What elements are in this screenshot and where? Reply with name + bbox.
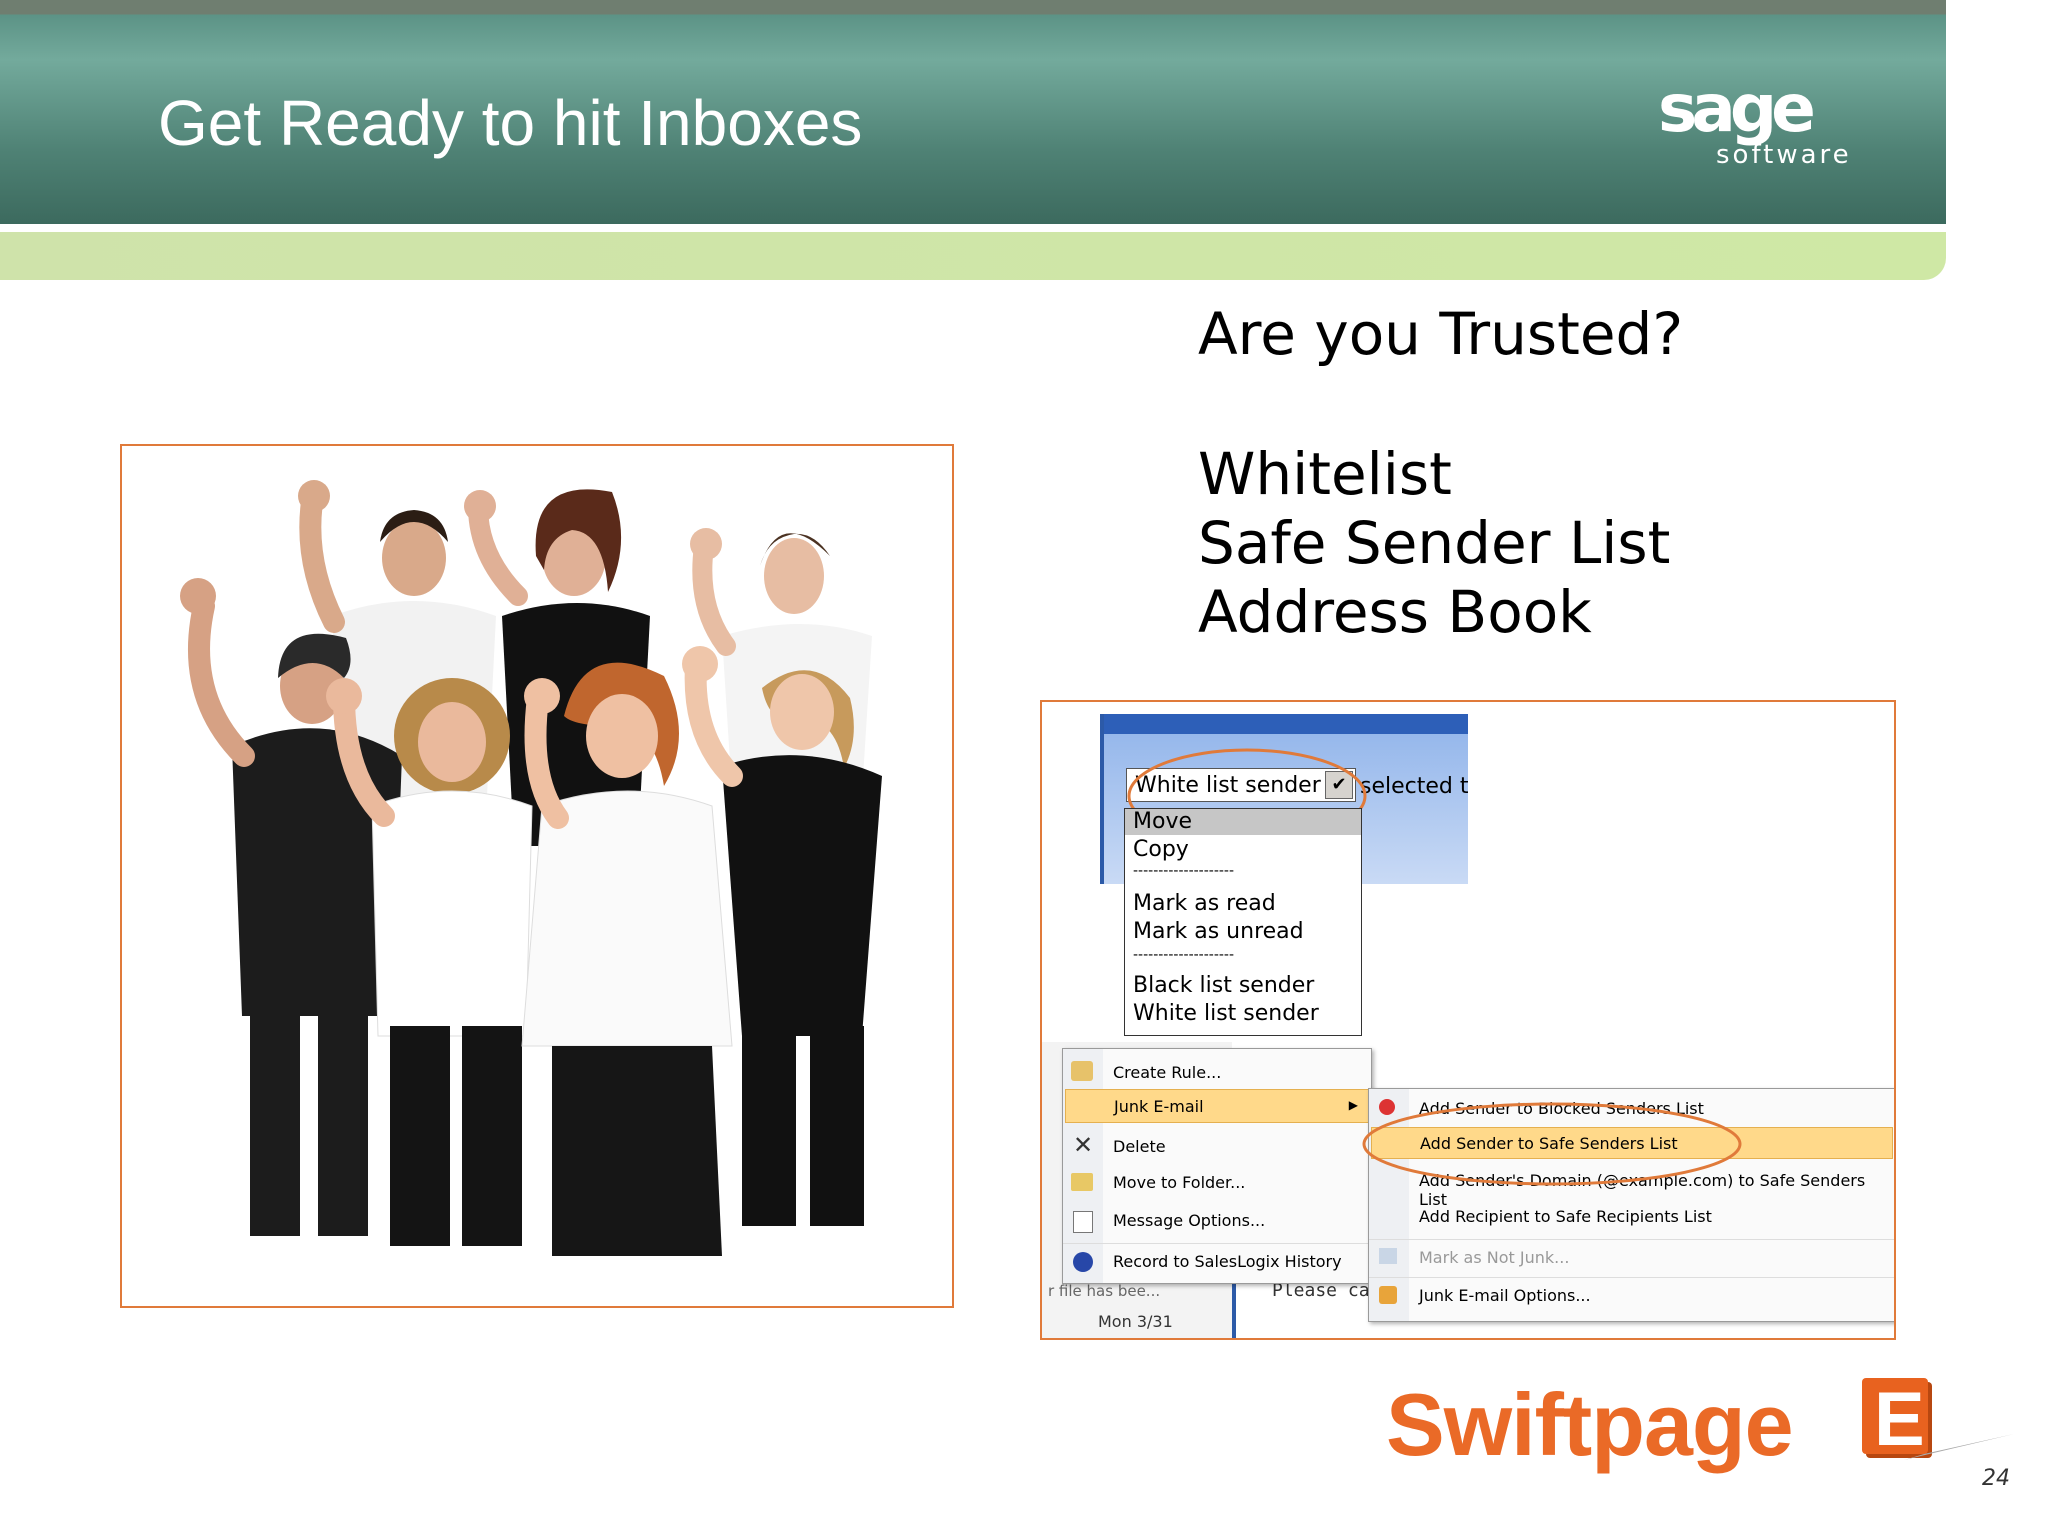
dropdown-option-black-list[interactable]: Black list sender <box>1133 973 1314 998</box>
submenu-item-safe-recipient[interactable]: Add Recipient to Safe Recipients List <box>1369 1199 1894 1233</box>
submenu-label-not-junk: Mark as Not Junk... <box>1419 1248 1570 1267</box>
header-divider <box>0 224 1946 232</box>
menu-label-message-options: Message Options... <box>1113 1211 1266 1230</box>
menu-item-move-to-folder[interactable]: Move to Folder... <box>1063 1165 1371 1199</box>
context-menu: Create Rule... Junk E-mail ▶ ✕ Delete Mo… <box>1062 1048 1372 1284</box>
sage-logo-wordmark: sage <box>1658 70 1816 147</box>
group-photo <box>120 444 954 1308</box>
page-number: 24 <box>1982 1466 2010 1491</box>
slide-header: Get Ready to hit Inboxes sage software <box>0 0 1946 224</box>
submenu-item-not-junk[interactable]: Mark as Not Junk... <box>1369 1239 1894 1274</box>
trust-item-whitelist: Whitelist <box>1198 440 1452 508</box>
dropdown-trailing-text: selected t <box>1360 774 1469 799</box>
group-photo-illustration <box>180 480 882 1256</box>
rule-icon <box>1071 1061 1093 1081</box>
menu-label-record-history: Record to SalesLogix History <box>1113 1252 1342 1271</box>
swiftpage-wordmark: Swiftpage <box>1386 1375 1794 1474</box>
folder-icon <box>1071 1173 1093 1191</box>
trust-item-safe-sender: Safe Sender List <box>1198 509 1671 577</box>
message-date: Mon 3/31 <box>1098 1312 1173 1331</box>
swiftpage-swoosh-icon <box>1904 1434 2014 1460</box>
message-preview-text: r file has bee... <box>1048 1282 1161 1300</box>
dropdown-option-mark-read[interactable]: Mark as read <box>1133 891 1276 916</box>
menu-item-junk-email[interactable]: Junk E-mail ▶ <box>1065 1089 1369 1123</box>
menu-item-delete[interactable]: ✕ Delete <box>1063 1129 1371 1163</box>
dropdown-option-mark-unread[interactable]: Mark as unread <box>1133 919 1304 944</box>
menu-label-junk-email: Junk E-mail <box>1114 1097 1204 1116</box>
delete-icon: ✕ <box>1073 1131 1094 1159</box>
dropdown-separator: -------------------- <box>1133 947 1235 963</box>
menu-label-delete: Delete <box>1113 1137 1166 1156</box>
saleslogix-icon <box>1073 1252 1093 1272</box>
submenu-label-junk-options: Junk E-mail Options... <box>1419 1286 1591 1305</box>
menu-label-move-to-folder: Move to Folder... <box>1113 1173 1246 1192</box>
sage-software-logo: sage software <box>1650 70 1870 180</box>
trust-list: Whitelist Safe Sender List Address Book <box>1198 440 1670 647</box>
menu-item-create-rule[interactable]: Create Rule... <box>1063 1055 1371 1089</box>
header-green-band <box>0 232 1946 280</box>
options-icon <box>1073 1211 1093 1233</box>
sage-logo-subtitle: software <box>1716 140 1852 170</box>
submenu-arrow-icon: ▶ <box>1348 1098 1358 1112</box>
dropdown-option-copy[interactable]: Copy <box>1133 837 1189 862</box>
slide-title: Get Ready to hit Inboxes <box>158 87 863 159</box>
swiftpage-logo: Swiftpage E <box>1386 1372 2014 1474</box>
highlight-circle-safe-sender <box>1362 1102 1742 1186</box>
email-client-screenshot: White list sender ✔ selected t Move Copy… <box>1040 700 1896 1340</box>
trust-item-address-book: Address Book <box>1198 578 1592 646</box>
dropdown-separator: -------------------- <box>1133 863 1235 879</box>
dropdown-option-white-list[interactable]: White list sender <box>1133 1001 1319 1026</box>
menu-item-record-history[interactable]: Record to SalesLogix History <box>1063 1243 1371 1278</box>
junk-options-icon <box>1379 1286 1397 1304</box>
action-dropdown-list[interactable]: Move Copy -------------------- Mark as r… <box>1124 808 1362 1036</box>
menu-label-create-rule: Create Rule... <box>1113 1063 1222 1082</box>
dropdown-option-move[interactable]: Move <box>1125 809 1361 835</box>
not-junk-icon <box>1379 1248 1397 1264</box>
submenu-label-safe-recipient: Add Recipient to Safe Recipients List <box>1419 1207 1712 1226</box>
trusted-heading: Are you Trusted? <box>1198 300 1684 368</box>
submenu-item-junk-options[interactable]: Junk E-mail Options... <box>1369 1277 1894 1312</box>
menu-item-message-options[interactable]: Message Options... <box>1063 1203 1371 1237</box>
